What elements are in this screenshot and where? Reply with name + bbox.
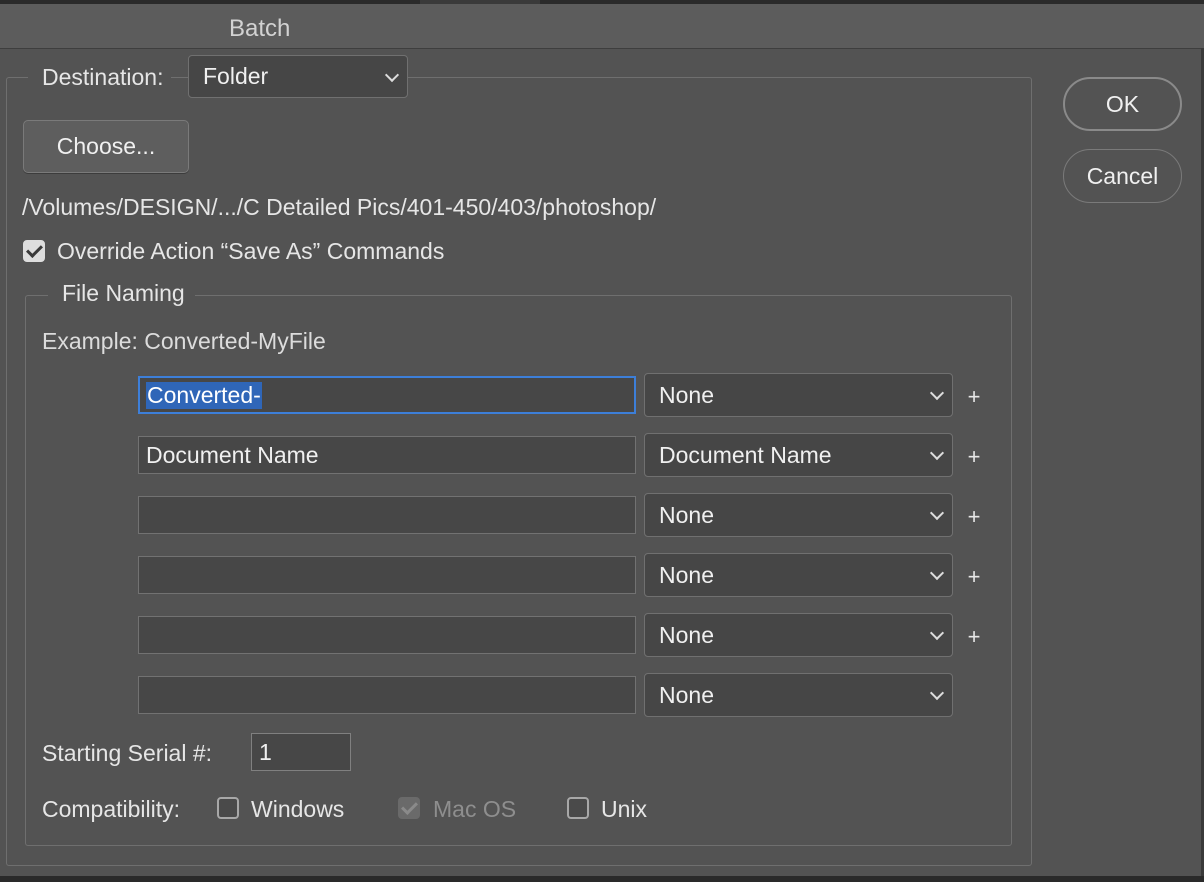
macos-checkbox (398, 797, 420, 819)
naming-select-2-value: Document Name (659, 441, 832, 468)
choose-button-label: Choose... (56, 133, 156, 159)
override-save-as-label[interactable]: Override Action “Save As” Commands (57, 238, 444, 265)
chevron-down-icon (929, 625, 945, 641)
add-row-button-2[interactable]: + (965, 444, 983, 470)
chevron-down-icon (929, 505, 945, 521)
cancel-button-label: Cancel (1086, 162, 1159, 189)
dialog-title: Batch (229, 15, 291, 42)
windows-checkbox[interactable] (217, 797, 239, 819)
destination-label: Destination: (42, 63, 164, 90)
compatibility-label: Compatibility: (42, 796, 181, 822)
add-row-button-5[interactable]: + (965, 624, 983, 650)
chevron-down-icon (929, 685, 945, 701)
chevron-down-icon (384, 67, 400, 82)
naming-field-2[interactable]: Document Name (138, 436, 636, 474)
override-save-as-checkbox[interactable] (23, 240, 45, 262)
naming-field-1-value: Converted- (146, 381, 262, 409)
chevron-down-icon (929, 565, 945, 581)
ok-button-label: OK (1105, 90, 1140, 117)
naming-field-4[interactable] (138, 556, 636, 594)
destination-path: /Volumes/DESIGN/.../C Detailed Pics/401-… (22, 194, 657, 220)
destination-select[interactable]: Folder (188, 55, 408, 98)
naming-select-1-value: None (659, 381, 714, 408)
macos-label: Mac OS (433, 796, 517, 822)
naming-select-1[interactable]: None (644, 373, 953, 417)
add-row-button-1[interactable]: + (965, 384, 983, 410)
destination-legend: Destination: (28, 58, 172, 96)
naming-field-6[interactable] (138, 676, 636, 714)
starting-serial-value: 1 (259, 738, 272, 765)
naming-select-4[interactable]: None (644, 553, 953, 597)
naming-select-3[interactable]: None (644, 493, 953, 537)
naming-example: Example: Converted-MyFile (42, 328, 326, 354)
chevron-down-icon (929, 445, 945, 461)
naming-field-5[interactable] (138, 616, 636, 654)
add-row-button-3[interactable]: + (965, 504, 983, 530)
chevron-down-icon (929, 385, 945, 401)
unix-label[interactable]: Unix (601, 796, 647, 823)
naming-select-6[interactable]: None (644, 673, 953, 717)
naming-select-2[interactable]: Document Name (644, 433, 953, 477)
destination-select-value: Folder (203, 63, 269, 89)
ok-button[interactable]: OK (1063, 77, 1182, 131)
window-bottom-edge (0, 876, 1204, 882)
choose-button[interactable]: Choose... (23, 120, 189, 173)
batch-dialog: Batch Destination: Folder Choose... /Vol… (0, 0, 1204, 882)
naming-select-6-value: None (659, 681, 714, 708)
naming-field-2-value: Document Name (146, 441, 319, 468)
naming-select-3-value: None (659, 501, 714, 528)
add-row-button-4[interactable]: + (965, 564, 983, 590)
starting-serial-label: Starting Serial #: (42, 740, 213, 766)
naming-select-5-value: None (659, 621, 714, 648)
title-bar[interactable]: Batch (0, 4, 1204, 49)
windows-label[interactable]: Windows (251, 796, 344, 823)
naming-select-5[interactable]: None (644, 613, 953, 657)
cancel-button[interactable]: Cancel (1063, 149, 1182, 203)
unix-checkbox[interactable] (567, 797, 589, 819)
naming-select-4-value: None (659, 561, 714, 588)
starting-serial-input[interactable]: 1 (251, 733, 351, 771)
file-naming-legend: File Naming (48, 280, 195, 307)
naming-field-1[interactable]: Converted- (138, 376, 636, 414)
naming-field-3[interactable] (138, 496, 636, 534)
